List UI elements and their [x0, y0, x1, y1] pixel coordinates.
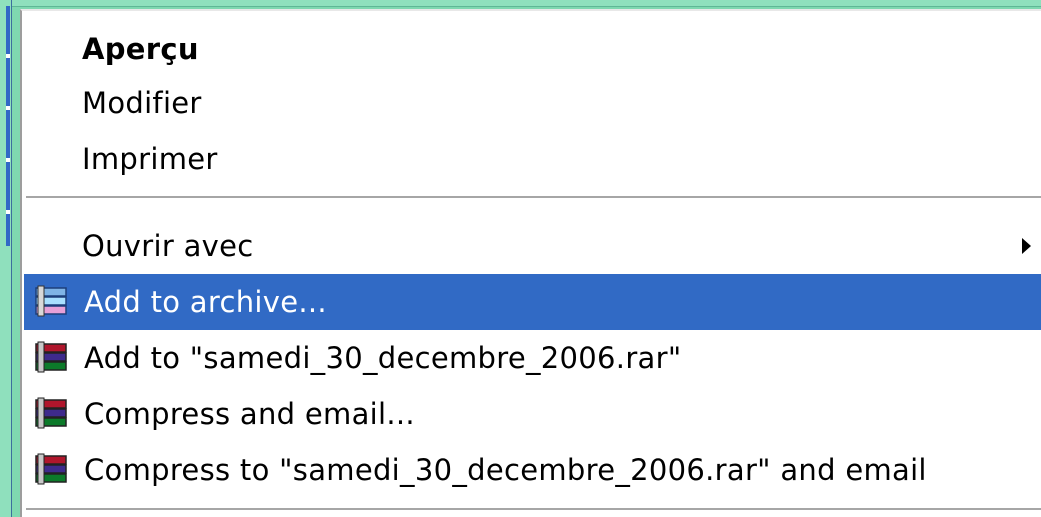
window-frame-top [0, 0, 1041, 7]
menu-item-label: Imprimer [82, 142, 218, 176]
menu-item-add-to-rar[interactable]: Add to "samedi_30_decembre_2006.rar" [24, 330, 1041, 386]
menu-item-label: Compress to "samedi_30_decembre_2006.rar… [84, 453, 927, 487]
menu-separator [26, 196, 1041, 200]
menu-item-label: Add to archive... [84, 285, 327, 319]
menu-item-ouvrir-avec[interactable]: Ouvrir avec [24, 218, 1041, 274]
menu-separator [26, 508, 1041, 512]
winrar-archive-icon [35, 341, 67, 373]
context-menu: Aperçu Modifier Imprimer Ouvrir avec Add… [20, 9, 1041, 517]
menu-item-label: Ouvrir avec [82, 229, 254, 263]
window-frame-left [0, 0, 12, 517]
menu-item-imprimer[interactable]: Imprimer [24, 131, 1041, 187]
winrar-archive-icon [35, 453, 67, 485]
menu-item-label: Add to "samedi_30_decembre_2006.rar" [84, 341, 682, 375]
menu-item-label: Aperçu [82, 32, 199, 66]
winrar-archive-icon [35, 285, 67, 317]
submenu-arrow-icon [1022, 238, 1031, 254]
menu-item-compress-and-email[interactable]: Compress and email... [24, 386, 1041, 442]
winrar-archive-icon [35, 397, 67, 429]
menu-item-label: Modifier [82, 86, 202, 120]
menu-item-modifier[interactable]: Modifier [24, 75, 1041, 131]
menu-item-compress-to-rar-and-email[interactable]: Compress to "samedi_30_decembre_2006.rar… [24, 442, 1041, 498]
selection-bar [6, 6, 10, 246]
menu-item-add-to-archive[interactable]: Add to archive... [24, 274, 1041, 330]
menu-item-label: Compress and email... [84, 397, 415, 431]
menu-item-apercu[interactable]: Aperçu [24, 21, 1041, 77]
